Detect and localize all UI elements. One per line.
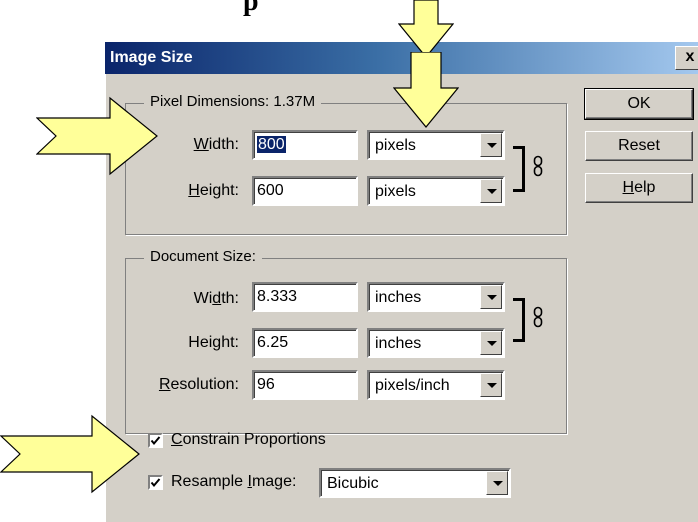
top-caption: p [243, 0, 259, 17]
document-size-legend: Document Size: [144, 248, 262, 265]
document-width-unit-select[interactable]: inches [367, 282, 505, 312]
document-height-label: Height: [188, 334, 239, 351]
pixel-height-field[interactable]: 600 [252, 176, 358, 206]
document-link-bracket [513, 298, 525, 342]
arrow-right-constrain-icon [0, 414, 140, 494]
pixel-width-value: 800 [257, 136, 286, 153]
ok-button[interactable]: OK [584, 88, 694, 120]
pixel-dimensions-legend: Pixel Dimensions: 1.37M [144, 93, 322, 110]
chevron-down-icon[interactable] [480, 331, 502, 355]
constrain-proportions-checkbox[interactable] [148, 433, 163, 448]
document-width-label: Width: [193, 290, 239, 307]
chain-link-icon [533, 155, 543, 177]
document-height-unit-select[interactable]: inches [367, 328, 505, 358]
chevron-down-icon[interactable] [480, 179, 502, 203]
checkmark-icon [150, 436, 161, 446]
document-width-field[interactable]: 8.333 [252, 282, 358, 312]
pixel-height-label: Height: [188, 182, 239, 199]
resample-image-label[interactable]: Resample Image: [171, 473, 296, 491]
chain-link-icon [533, 306, 543, 328]
pixel-width-field[interactable]: 800 [252, 130, 358, 160]
reset-button[interactable]: Reset [585, 131, 693, 161]
chevron-down-icon[interactable] [480, 285, 502, 309]
document-height-field[interactable]: 6.25 [252, 328, 358, 358]
chevron-down-icon[interactable] [480, 373, 502, 397]
pixel-dimensions-group: Pixel Dimensions: 1.37M [125, 93, 567, 235]
chevron-down-icon[interactable] [486, 471, 508, 495]
pixel-width-unit-select[interactable]: pixels [367, 130, 505, 160]
pixel-link-bracket [513, 146, 525, 192]
close-button[interactable]: x [675, 46, 698, 70]
resolution-field[interactable]: 96 [252, 370, 358, 400]
resolution-unit-select[interactable]: pixels/inch [367, 370, 505, 400]
chevron-down-icon[interactable] [480, 133, 502, 157]
dialog-title: Image Size [110, 49, 193, 66]
resample-method-select[interactable]: Bicubic [319, 468, 511, 498]
arrow-down-top-icon [398, 0, 454, 58]
constrain-proportions-label[interactable]: Constrain Proportions [171, 431, 326, 449]
arrow-right-pixel-icon [36, 96, 158, 176]
resolution-label: Resolution: [158, 376, 239, 393]
help-button[interactable]: Help [585, 173, 693, 203]
arrow-down-units-icon [393, 52, 459, 128]
resample-image-checkbox[interactable] [148, 475, 163, 490]
pixel-height-unit-select[interactable]: pixels [367, 176, 505, 206]
checkmark-icon [150, 478, 161, 488]
